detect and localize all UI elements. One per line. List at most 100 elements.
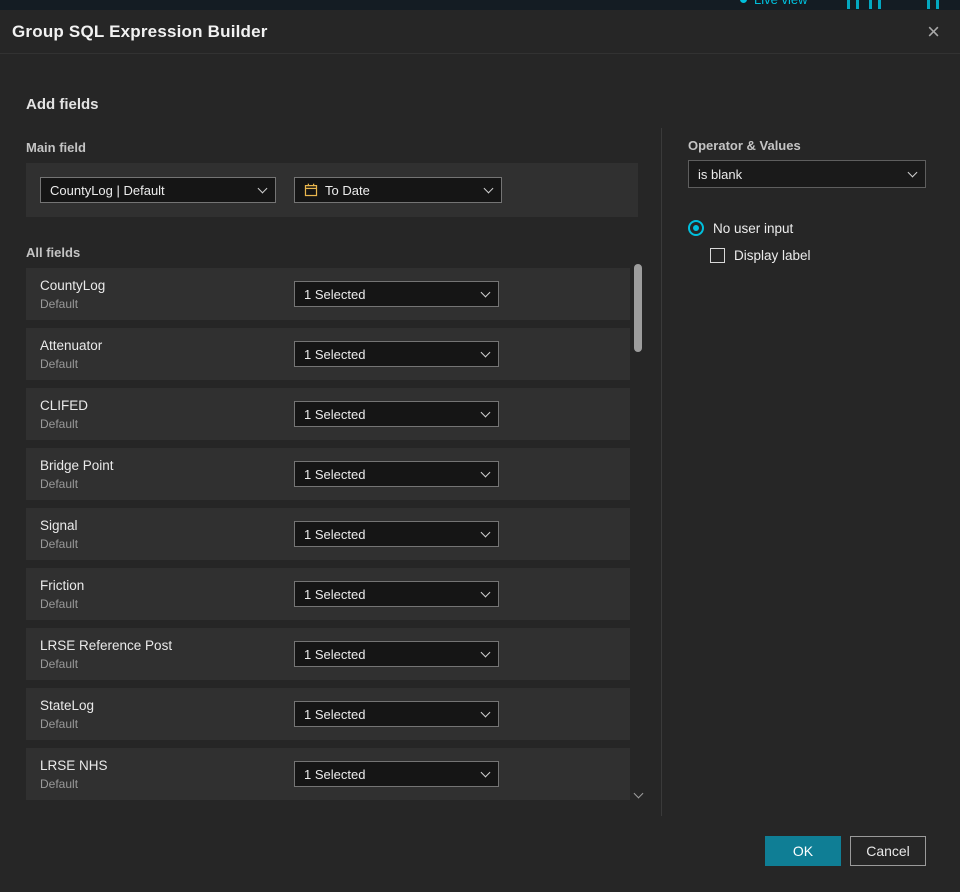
ok-button[interactable]: OK [765, 836, 841, 866]
field-row: Friction Default 1 Selected [26, 568, 630, 620]
field-selected-value: 1 Selected [304, 466, 366, 482]
live-view-label: Live view [754, 0, 807, 7]
panel-toggle-icon [927, 0, 939, 9]
field-source: Default [40, 716, 79, 731]
field-selected-select[interactable]: 1 Selected [294, 701, 499, 727]
field-name: Bridge Point [40, 457, 114, 473]
chevron-down-icon [907, 167, 918, 177]
field-row-text: LRSE Reference Post Default [40, 638, 294, 671]
field-row: LRSE NHS Default 1 Selected [26, 748, 630, 800]
field-name: StateLog [40, 697, 95, 713]
field-row: Signal Default 1 Selected [26, 508, 630, 560]
field-row-text: Signal Default [40, 518, 294, 551]
chevron-down-icon [480, 707, 491, 717]
close-icon[interactable]: × [927, 20, 940, 43]
field-row: Attenuator Default 1 Selected [26, 328, 630, 380]
field-row-text: StateLog Default [40, 698, 294, 731]
fields-column: Main field CountyLog | Default To Date A… [26, 140, 638, 808]
field-selected-value: 1 Selected [304, 526, 366, 542]
field-name: LRSE Reference Post [40, 637, 173, 653]
chevron-down-icon [480, 347, 491, 357]
cancel-button[interactable]: Cancel [850, 836, 926, 866]
field-source: Default [40, 536, 79, 551]
calendar-icon [304, 183, 318, 197]
no-user-input-option[interactable]: No user input [688, 220, 926, 236]
display-label-text[interactable]: Display label [734, 248, 811, 263]
field-selected-value: 1 Selected [304, 646, 366, 662]
chevron-down-icon [480, 287, 491, 297]
dialog-header: Group SQL Expression Builder × [0, 10, 960, 54]
field-selected-value: 1 Selected [304, 766, 366, 782]
chevron-down-icon [480, 587, 491, 597]
display-label-option[interactable]: Display label [688, 248, 926, 263]
list-scrollbar[interactable] [634, 264, 642, 800]
field-row: LRSE Reference Post Default 1 Selected [26, 628, 630, 680]
field-selected-select[interactable]: 1 Selected [294, 281, 499, 307]
device-toggle-icon [847, 0, 859, 9]
chevron-down-icon [480, 467, 491, 477]
field-row: StateLog Default 1 Selected [26, 688, 630, 740]
field-row-text: Friction Default [40, 578, 294, 611]
live-view-dot-icon [740, 0, 747, 3]
main-field-label: Main field [26, 140, 86, 155]
field-name: CountyLog [40, 277, 106, 293]
live-view-button[interactable]: Live view [740, 0, 807, 7]
field-selected-select[interactable]: 1 Selected [294, 761, 499, 787]
date-select-value: To Date [325, 182, 370, 198]
field-selected-select[interactable]: 1 Selected [294, 341, 499, 367]
chevron-down-icon [480, 647, 491, 657]
main-field-select-value: CountyLog | Default [50, 182, 165, 198]
field-source: Default [40, 656, 79, 671]
all-fields-label: All fields [26, 245, 81, 260]
field-row: CountyLog Default 1 Selected [26, 268, 630, 320]
chevron-down-icon [480, 407, 491, 417]
main-field-value-select[interactable]: To Date [294, 177, 502, 203]
field-selected-select[interactable]: 1 Selected [294, 401, 499, 427]
field-row-text: LRSE NHS Default [40, 758, 294, 791]
field-source: Default [40, 596, 79, 611]
operator-values-column: Operator & Values is blank No user input… [688, 138, 926, 263]
radio-selected-icon[interactable] [688, 220, 704, 236]
field-row-text: Attenuator Default [40, 338, 294, 371]
field-row-text: CountyLog Default [40, 278, 294, 311]
field-selected-select[interactable]: 1 Selected [294, 461, 499, 487]
field-row-text: Bridge Point Default [40, 458, 294, 491]
all-fields-list: CountyLog Default 1 Selected Attenuator … [26, 268, 630, 800]
field-source: Default [40, 776, 79, 791]
field-row: Bridge Point Default 1 Selected [26, 448, 630, 500]
operator-select[interactable]: is blank [688, 160, 926, 188]
sql-expression-builder-dialog: Group SQL Expression Builder × Add field… [0, 10, 960, 892]
chevron-down-icon [480, 767, 491, 777]
field-source: Default [40, 476, 79, 491]
field-selected-value: 1 Selected [304, 706, 366, 722]
main-field-select[interactable]: CountyLog | Default [40, 177, 276, 203]
device-toggle-icon [869, 0, 881, 9]
field-source: Default [40, 296, 79, 311]
field-name: CLIFED [40, 397, 89, 413]
field-row-text: CLIFED Default [40, 398, 294, 431]
add-fields-heading: Add fields [26, 96, 99, 113]
column-divider [661, 128, 662, 816]
scrollbar-thumb[interactable] [634, 264, 642, 352]
field-name: Signal [40, 517, 78, 533]
field-row: CLIFED Default 1 Selected [26, 388, 630, 440]
field-name: Friction [40, 577, 85, 593]
dialog-title: Group SQL Expression Builder [12, 21, 268, 41]
field-name: Attenuator [40, 337, 103, 353]
field-source: Default [40, 356, 79, 371]
field-selected-value: 1 Selected [304, 586, 366, 602]
no-user-input-label[interactable]: No user input [713, 221, 793, 236]
operator-select-value: is blank [698, 166, 743, 182]
field-selected-select[interactable]: 1 Selected [294, 581, 499, 607]
operator-values-label: Operator & Values [688, 138, 801, 153]
field-selected-value: 1 Selected [304, 346, 366, 362]
chevron-down-icon [483, 183, 494, 193]
app-topbar: Live view [0, 0, 960, 10]
dialog-footer: OK Cancel [765, 836, 926, 866]
field-selected-select[interactable]: 1 Selected [294, 641, 499, 667]
main-field-box: CountyLog | Default To Date [26, 163, 638, 217]
field-selected-select[interactable]: 1 Selected [294, 521, 499, 547]
field-selected-value: 1 Selected [304, 286, 366, 302]
chevron-down-icon [257, 183, 268, 193]
display-label-checkbox[interactable] [710, 248, 725, 263]
